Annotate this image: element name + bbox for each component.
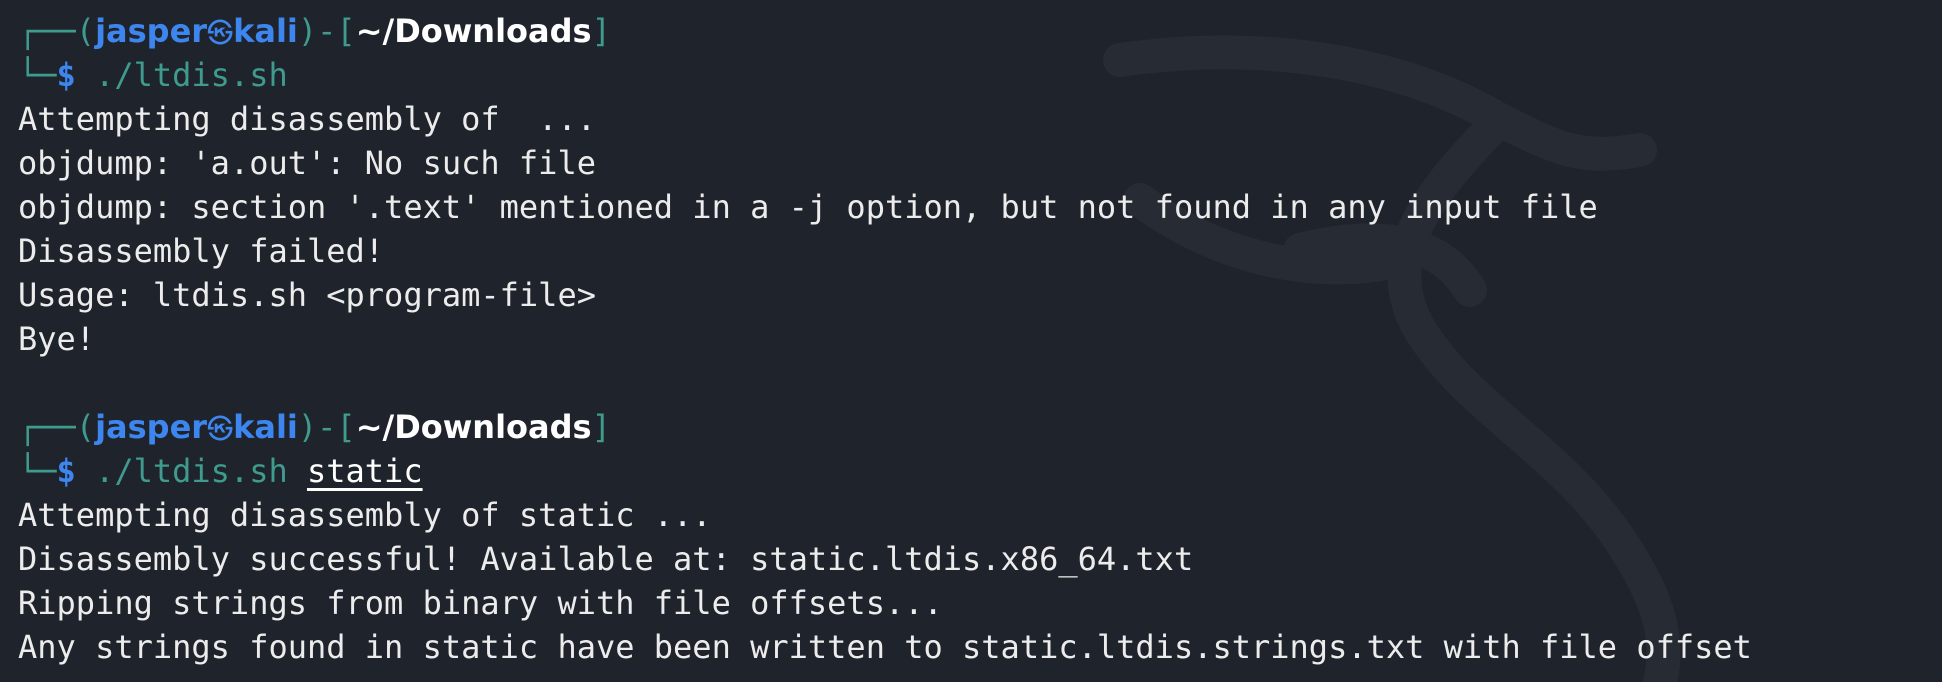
command-line-1: └─$ ./ltdis.sh: [18, 53, 1752, 97]
prompt-dollar: $: [56, 56, 76, 94]
command-text: ./ltdis.sh: [95, 56, 288, 94]
output-line: Disassembly failed!: [18, 232, 385, 270]
prompt-hostname: kali: [233, 12, 298, 50]
prompt-line-2: ┌──(jasper㉿kali)-[~/Downloads]: [18, 405, 1752, 449]
prompt-bracket-open: )-[: [297, 408, 356, 446]
command-line-2: └─$ ./ltdis.sh static: [18, 449, 1752, 493]
prompt-bracket-close: ]: [591, 12, 611, 50]
prompt-open-paren: (: [75, 408, 96, 446]
prompt-corner-bottom: └─: [18, 56, 57, 94]
prompt-corner-top: ┌──: [18, 12, 76, 50]
command-text: ./ltdis.sh: [95, 452, 288, 490]
output-line: objdump: 'a.out': No such file: [18, 144, 596, 182]
prompt-open-paren: (: [75, 12, 96, 50]
kali-separator-icon: ㉿: [207, 19, 234, 49]
prompt-corner-bottom: └─: [18, 452, 57, 490]
prompt-corner-top: ┌──: [18, 408, 76, 446]
command-argument: static: [306, 452, 423, 490]
kali-separator-icon: ㉿: [207, 415, 234, 445]
prompt-cwd: ~/Downloads: [355, 408, 592, 446]
output-line: Any strings found in static have been wr…: [18, 628, 1752, 666]
prompt-cwd: ~/Downloads: [355, 12, 592, 50]
output-line: objdump: section '.text' mentioned in a …: [18, 188, 1598, 226]
terminal-window[interactable]: ┌──(jasper㉿kali)-[~/Downloads] └─$ ./ltd…: [0, 0, 1942, 682]
prompt-line-1: ┌──(jasper㉿kali)-[~/Downloads]: [18, 9, 1752, 53]
prompt-username: jasper: [95, 12, 208, 50]
output-line: Bye!: [18, 320, 96, 358]
prompt-dollar: $: [56, 452, 76, 490]
output-line: Attempting disassembly of ...: [18, 100, 596, 138]
prompt-bracket-close: ]: [591, 408, 611, 446]
output-line: Ripping strings from binary with file of…: [18, 584, 943, 622]
prompt-hostname: kali: [233, 408, 298, 446]
output-line: Disassembly successful! Available at: st…: [18, 540, 1194, 578]
prompt-username: jasper: [95, 408, 208, 446]
output-line: Attempting disassembly of static ...: [18, 496, 712, 534]
output-line: Usage: ltdis.sh <program-file>: [18, 276, 596, 314]
prompt-bracket-open: )-[: [297, 12, 356, 50]
